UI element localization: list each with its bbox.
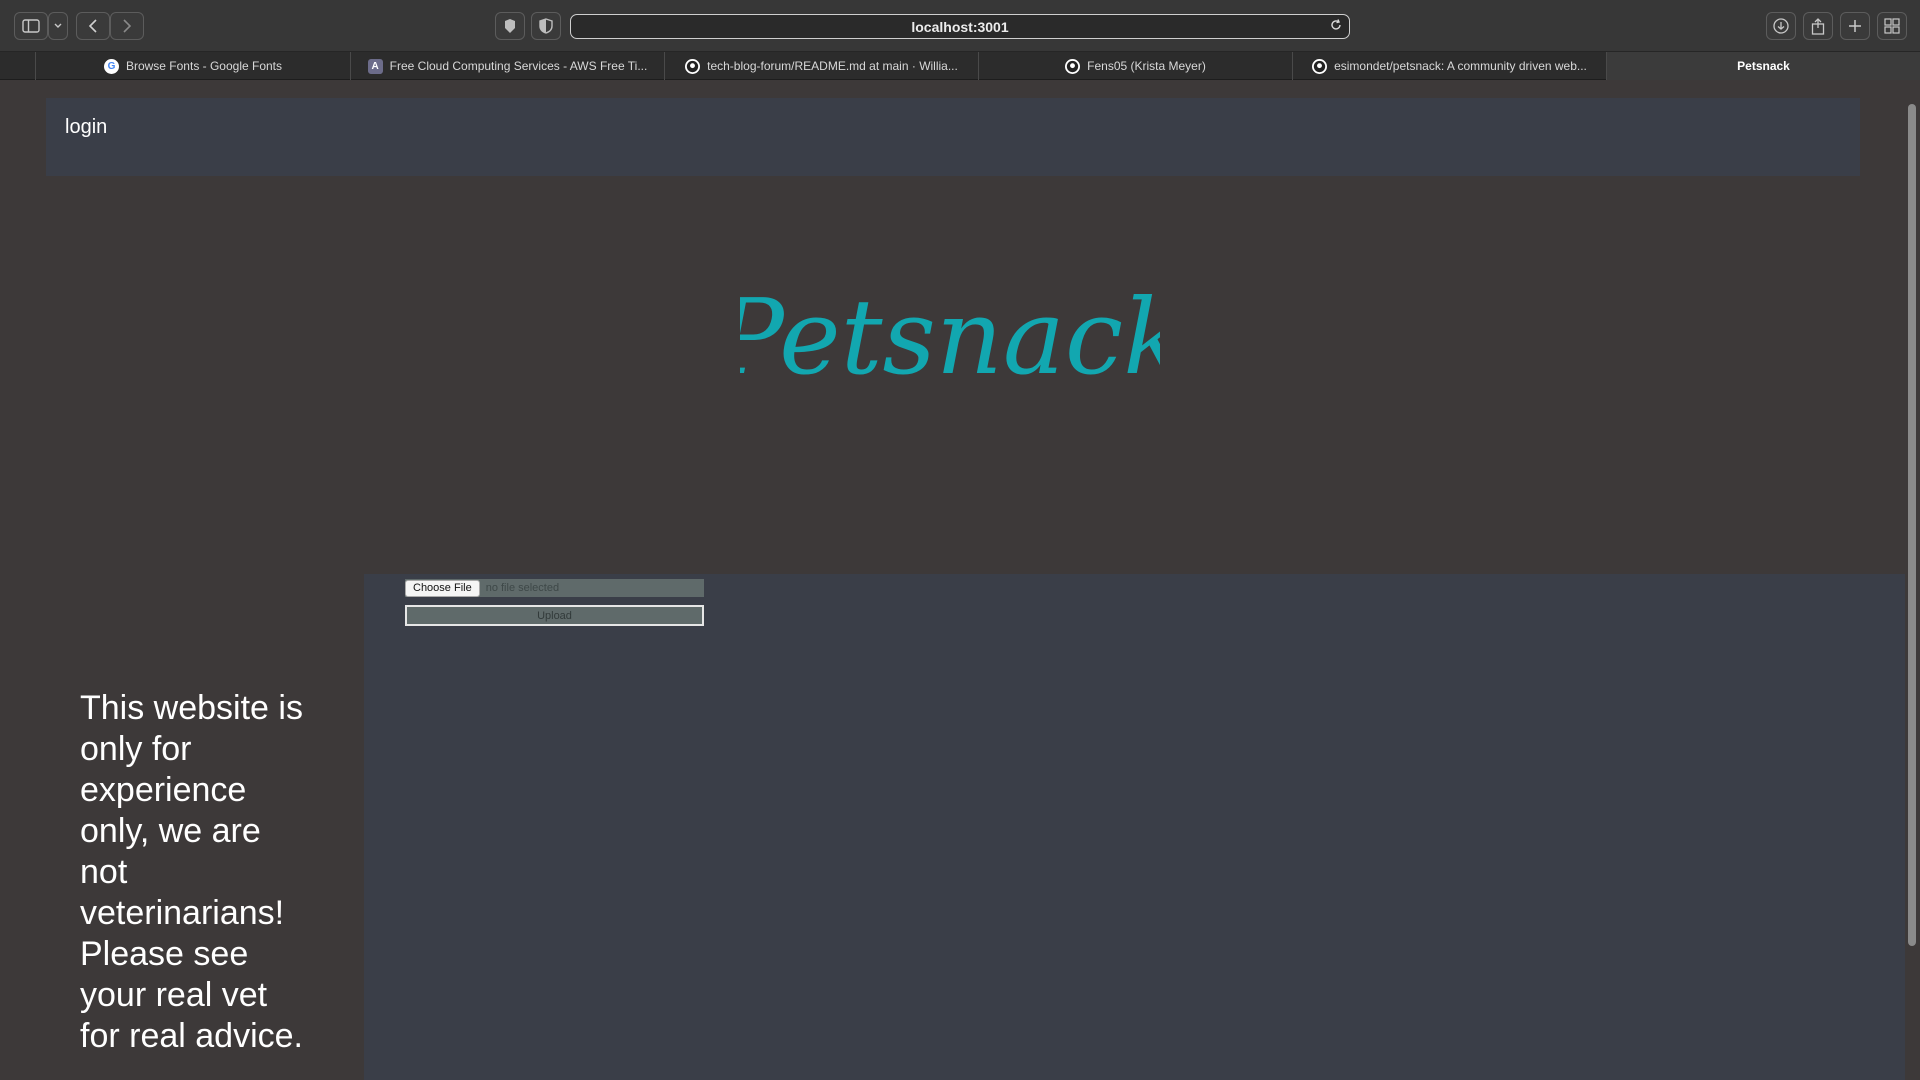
- tab-label: Browse Fonts - Google Fonts: [125, 59, 283, 73]
- tab-label: Fens05 (Krista Meyer): [1087, 59, 1206, 73]
- site-header: login: [46, 98, 1860, 176]
- file-input[interactable]: Choose File no file selected: [405, 579, 704, 597]
- tab-petsnack[interactable]: Petsnack: [1606, 52, 1920, 80]
- upload-button[interactable]: Upload: [405, 605, 704, 626]
- sidebar-toggle-button[interactable]: [14, 12, 48, 40]
- url-text: localhost:3001: [911, 18, 1009, 35]
- share-button[interactable]: [1803, 12, 1833, 40]
- shield-icon: [539, 18, 553, 34]
- grid-icon: [1884, 18, 1900, 34]
- google-icon: G: [103, 58, 119, 74]
- tab-google-fonts[interactable]: G Browse Fonts - Google Fonts: [35, 52, 350, 80]
- address-bar[interactable]: localhost:3001: [570, 14, 1350, 39]
- download-icon: [1773, 18, 1789, 34]
- chevron-right-icon: [123, 19, 132, 33]
- sidebar-icon: [22, 19, 40, 33]
- page-content: login Petsnack Choose File no file selec…: [0, 80, 1920, 1080]
- chevron-left-icon: [88, 19, 97, 33]
- extension-icon: [505, 19, 515, 33]
- github-icon: [1065, 58, 1081, 74]
- privacy-shield-button[interactable]: [531, 12, 561, 40]
- disclaimer-text: This website is only for experience only…: [80, 689, 303, 1055]
- back-button[interactable]: [76, 12, 110, 40]
- petsnack-logo: Petsnack: [740, 276, 1160, 398]
- github-icon: [1312, 58, 1328, 74]
- upload-panel: Choose File no file selected Upload: [364, 574, 1905, 1080]
- tab-label: esimondet/petsnack: A community driven w…: [1334, 59, 1587, 73]
- tab-label: Petsnack: [1737, 59, 1790, 73]
- reload-icon[interactable]: [1329, 18, 1343, 32]
- tab-fens05[interactable]: Fens05 (Krista Meyer): [978, 52, 1292, 80]
- downloads-button[interactable]: [1766, 12, 1796, 40]
- tab-overview-button[interactable]: [1877, 12, 1907, 40]
- tab-petsnack-repo[interactable]: esimondet/petsnack: A community driven w…: [1292, 52, 1606, 80]
- github-icon: [685, 58, 701, 74]
- tab-label: Free Cloud Computing Services - AWS Free…: [389, 59, 648, 73]
- logo-text: Petsnack: [740, 276, 1160, 398]
- page-scrollbar[interactable]: [1908, 104, 1916, 946]
- tab-label: tech-blog-forum/README.md at main · Will…: [707, 59, 958, 73]
- choose-file-button[interactable]: Choose File: [405, 579, 480, 597]
- login-link[interactable]: login: [65, 116, 107, 139]
- browser-toolbar: localhost:3001: [0, 0, 1920, 52]
- sidebar-menu-button[interactable]: [48, 12, 68, 40]
- plus-icon: [1849, 20, 1861, 32]
- extension-button[interactable]: [495, 12, 525, 40]
- aws-icon: A: [367, 58, 383, 74]
- share-icon: [1811, 17, 1825, 35]
- tab-tech-blog[interactable]: tech-blog-forum/README.md at main · Will…: [664, 52, 978, 80]
- tab-aws[interactable]: A Free Cloud Computing Services - AWS Fr…: [350, 52, 664, 80]
- new-tab-button[interactable]: [1840, 12, 1870, 40]
- forward-button[interactable]: [110, 12, 144, 40]
- tab-bar: G Browse Fonts - Google Fonts A Free Clo…: [0, 52, 1920, 80]
- no-file-text: no file selected: [485, 582, 560, 594]
- chevron-down-icon: [54, 23, 62, 28]
